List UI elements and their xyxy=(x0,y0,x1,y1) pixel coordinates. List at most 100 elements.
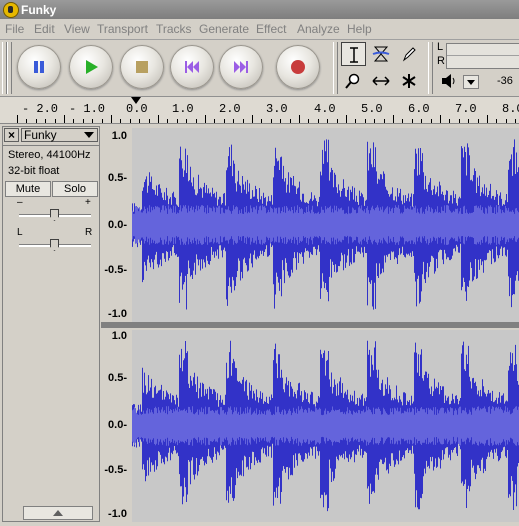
speaker-icon xyxy=(442,74,455,88)
menu-view[interactable]: View xyxy=(64,22,90,36)
pause-icon xyxy=(34,61,44,73)
ruler-tick xyxy=(35,119,37,123)
menu-tracks[interactable]: Tracks xyxy=(156,22,192,36)
menu-effect[interactable]: Effect xyxy=(256,22,286,36)
meter-toolbar: L R -36 xyxy=(431,41,519,95)
track-name-menu[interactable]: Funky xyxy=(21,128,98,142)
track-name: Funky xyxy=(24,128,57,142)
audacity-app-icon xyxy=(3,2,19,18)
ruler-tick xyxy=(252,115,253,123)
vruler-label: 0.5- xyxy=(108,172,127,184)
envelope-tool-button[interactable] xyxy=(369,42,394,66)
ruler-label: 3.0 xyxy=(266,102,288,116)
ruler-tick xyxy=(468,119,470,123)
ruler-tick xyxy=(458,119,460,123)
pan-right-label: R xyxy=(85,227,93,238)
waveform-left-channel[interactable] xyxy=(132,128,519,322)
ruler-tick xyxy=(449,119,451,123)
vruler-label: -0.5- xyxy=(104,464,127,476)
vruler-label: 1.0 xyxy=(111,330,127,342)
envelope-icon xyxy=(372,46,390,62)
ruler-tick xyxy=(129,119,131,123)
i-beam-icon xyxy=(350,47,358,63)
track-header: × Funky xyxy=(3,127,99,146)
track-format-label: Stereo, 44100Hz xyxy=(8,149,91,161)
record-button[interactable] xyxy=(276,45,320,89)
menu-analyze[interactable]: Analyze xyxy=(297,22,340,36)
level-meter[interactable] xyxy=(446,43,519,69)
gain-minus-label: – xyxy=(17,197,23,208)
menu-help[interactable]: Help xyxy=(347,22,372,36)
timeline-ruler[interactable]: - 2.0 - 1.0 0.0 1.0 2.0 3.0 4.0 5.0 6.0 … xyxy=(0,97,519,124)
double-arrow-icon xyxy=(372,76,390,86)
ruler-label: - 2.0 xyxy=(22,102,59,116)
toolbar-grip[interactable] xyxy=(7,42,12,94)
ruler-tick xyxy=(205,115,206,123)
track-bitdepth-label: 32-bit float xyxy=(8,165,60,177)
ruler-tick xyxy=(186,119,188,123)
ruler-tick xyxy=(73,119,75,123)
ruler-tick xyxy=(364,119,366,123)
waveform-right-channel[interactable] xyxy=(132,330,519,522)
ruler-tick xyxy=(374,119,376,123)
ruler-label: 7.0 xyxy=(455,102,477,116)
mute-button[interactable]: Mute xyxy=(5,181,51,197)
menu-generate[interactable]: Generate xyxy=(199,22,249,36)
vruler-label: -1.0 xyxy=(108,308,127,320)
ruler-tick xyxy=(477,119,479,123)
window-title: Funky xyxy=(21,3,57,17)
ruler-tick xyxy=(167,119,169,123)
menu-bar: File Edit View Transport Tracks Generate… xyxy=(0,19,519,40)
pan-slider-thumb[interactable] xyxy=(50,239,59,251)
ruler-label: 2.0 xyxy=(219,102,241,116)
vruler-label: 1.0 xyxy=(111,130,127,142)
draw-tool-button[interactable] xyxy=(397,42,422,66)
close-track-button[interactable]: × xyxy=(4,128,19,142)
meter-options-button[interactable] xyxy=(463,75,479,89)
skip-to-end-button[interactable] xyxy=(219,45,263,89)
tools-toolbar xyxy=(339,41,426,95)
chevron-down-icon xyxy=(467,80,475,85)
ruler-tick xyxy=(148,119,150,123)
ruler-label: 4.0 xyxy=(314,102,336,116)
record-icon xyxy=(291,60,305,74)
ruler-tick xyxy=(336,119,338,123)
vruler-label: -1.0 xyxy=(108,508,127,520)
menu-edit[interactable]: Edit xyxy=(34,22,55,36)
zoom-tool-button[interactable] xyxy=(341,69,366,93)
play-button[interactable] xyxy=(69,45,113,89)
ruler-tick xyxy=(421,119,423,123)
pause-button[interactable] xyxy=(17,45,61,89)
ruler-tick xyxy=(101,119,103,123)
ruler-tick xyxy=(317,119,319,123)
playhead-marker[interactable] xyxy=(131,97,141,104)
ruler-tick xyxy=(92,119,94,123)
asterisk-icon xyxy=(402,74,416,88)
gain-slider-thumb[interactable] xyxy=(50,209,59,221)
ruler-tick xyxy=(289,119,291,123)
ruler-tick xyxy=(261,119,263,123)
solo-button[interactable]: Solo xyxy=(52,181,98,197)
toolbar-grip[interactable] xyxy=(333,42,338,94)
ruler-label: 0.0 xyxy=(126,102,148,116)
pan-slider[interactable]: L R xyxy=(17,227,93,255)
menu-transport[interactable]: Transport xyxy=(97,22,148,36)
collapse-track-button[interactable] xyxy=(23,506,93,520)
play-icon xyxy=(86,60,98,74)
skip-end-icon xyxy=(234,61,248,73)
menu-file[interactable]: File xyxy=(5,22,24,36)
skip-start-icon xyxy=(185,61,199,73)
multi-tool-button[interactable] xyxy=(397,69,422,93)
ruler-tick xyxy=(139,119,141,123)
selection-tool-button[interactable] xyxy=(341,42,366,66)
timeshift-tool-button[interactable] xyxy=(369,69,394,93)
ruler-label: 6.0 xyxy=(408,102,430,116)
stop-button[interactable] xyxy=(120,45,164,89)
ruler-tick xyxy=(440,115,441,123)
skip-to-start-button[interactable] xyxy=(170,45,214,89)
ruler-tick xyxy=(270,119,272,123)
ruler-tick xyxy=(402,119,404,123)
meter-db-label: -36 xyxy=(497,75,513,87)
gain-slider[interactable]: – + xyxy=(17,197,93,225)
meter-left-label: L xyxy=(437,41,444,53)
